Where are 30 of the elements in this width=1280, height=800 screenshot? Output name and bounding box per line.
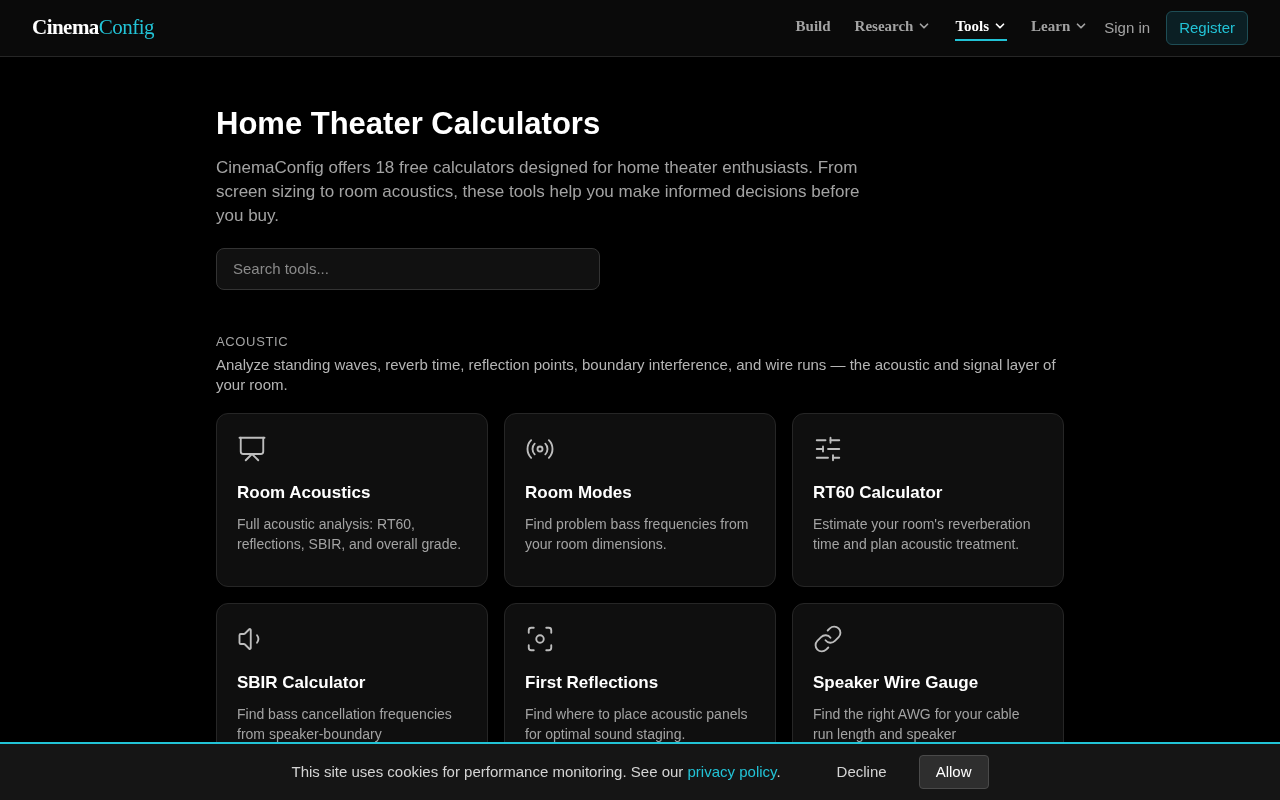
card-title: First Reflections [525,672,660,695]
privacy-policy-link[interactable]: privacy policy [687,762,777,780]
section-heading: ACOUSTIC [216,332,290,351]
nav-link[interactable]: Learn [1031,14,1089,42]
card-title: Room Modes [525,482,633,505]
sign-in-link[interactable]: Sign in [1104,16,1151,40]
tool-card[interactable]: RT60 Calculator Estimate your room's reverberation time and plan acoustic treatment. [792,413,1064,588]
card-title: RT60 Calculator [813,482,944,505]
tool-card[interactable]: Room Acoustics Full acoustic analysis: RT60, reflections, SBIR, and overall grade. [216,413,488,588]
page-title: Home Theater Calculators [216,105,602,143]
allow-button[interactable]: Allow [918,755,989,789]
register-button[interactable]: Register [1166,11,1248,45]
card-description: Find the right AWG for your cable run length and speaker [813,704,1021,744]
intro-paragraph: CinemaConfig offers 18 free calculators designed for home theater enthusiasts. From screen sizing to room acoustics, these tools help you make informed decisions before you buy. [216,156,861,227]
card-description: Find problem bass frequencies from your room dimensions. [525,514,750,554]
tool-card[interactable]: Room Modes Find problem bass frequencies from your room dimensions. [504,413,776,588]
nav-link[interactable]: Research [854,14,932,42]
card-description: Full acoustic analysis: RT60, reflections, SBIR, and overall grade. [237,514,463,554]
card-title: Speaker Wire Gauge [813,672,980,695]
section-description: Analyze standing waves, reverb time, reflection points, boundary interference, and wire runs — the acoustic and signal layer of your room. [216,355,1057,396]
logo[interactable]: CinemaConfig [32,12,155,44]
nav-link[interactable]: Build [795,14,831,42]
card-description: Estimate your room's reverberation time and plan acoustic treatment. [813,514,1032,554]
link-icon [813,624,843,655]
card-title: SBIR Calculator [237,672,367,695]
nav-link[interactable]: Tools [955,14,1008,42]
card-title: Room Acoustics [237,482,372,505]
search-field[interactable]: Search tools... [216,247,600,290]
card-description: Find where to place acoustic panels for optimal sound staging. [525,704,749,744]
card-description: Find bass cancellation frequencies from speaker-boundary [237,704,453,744]
